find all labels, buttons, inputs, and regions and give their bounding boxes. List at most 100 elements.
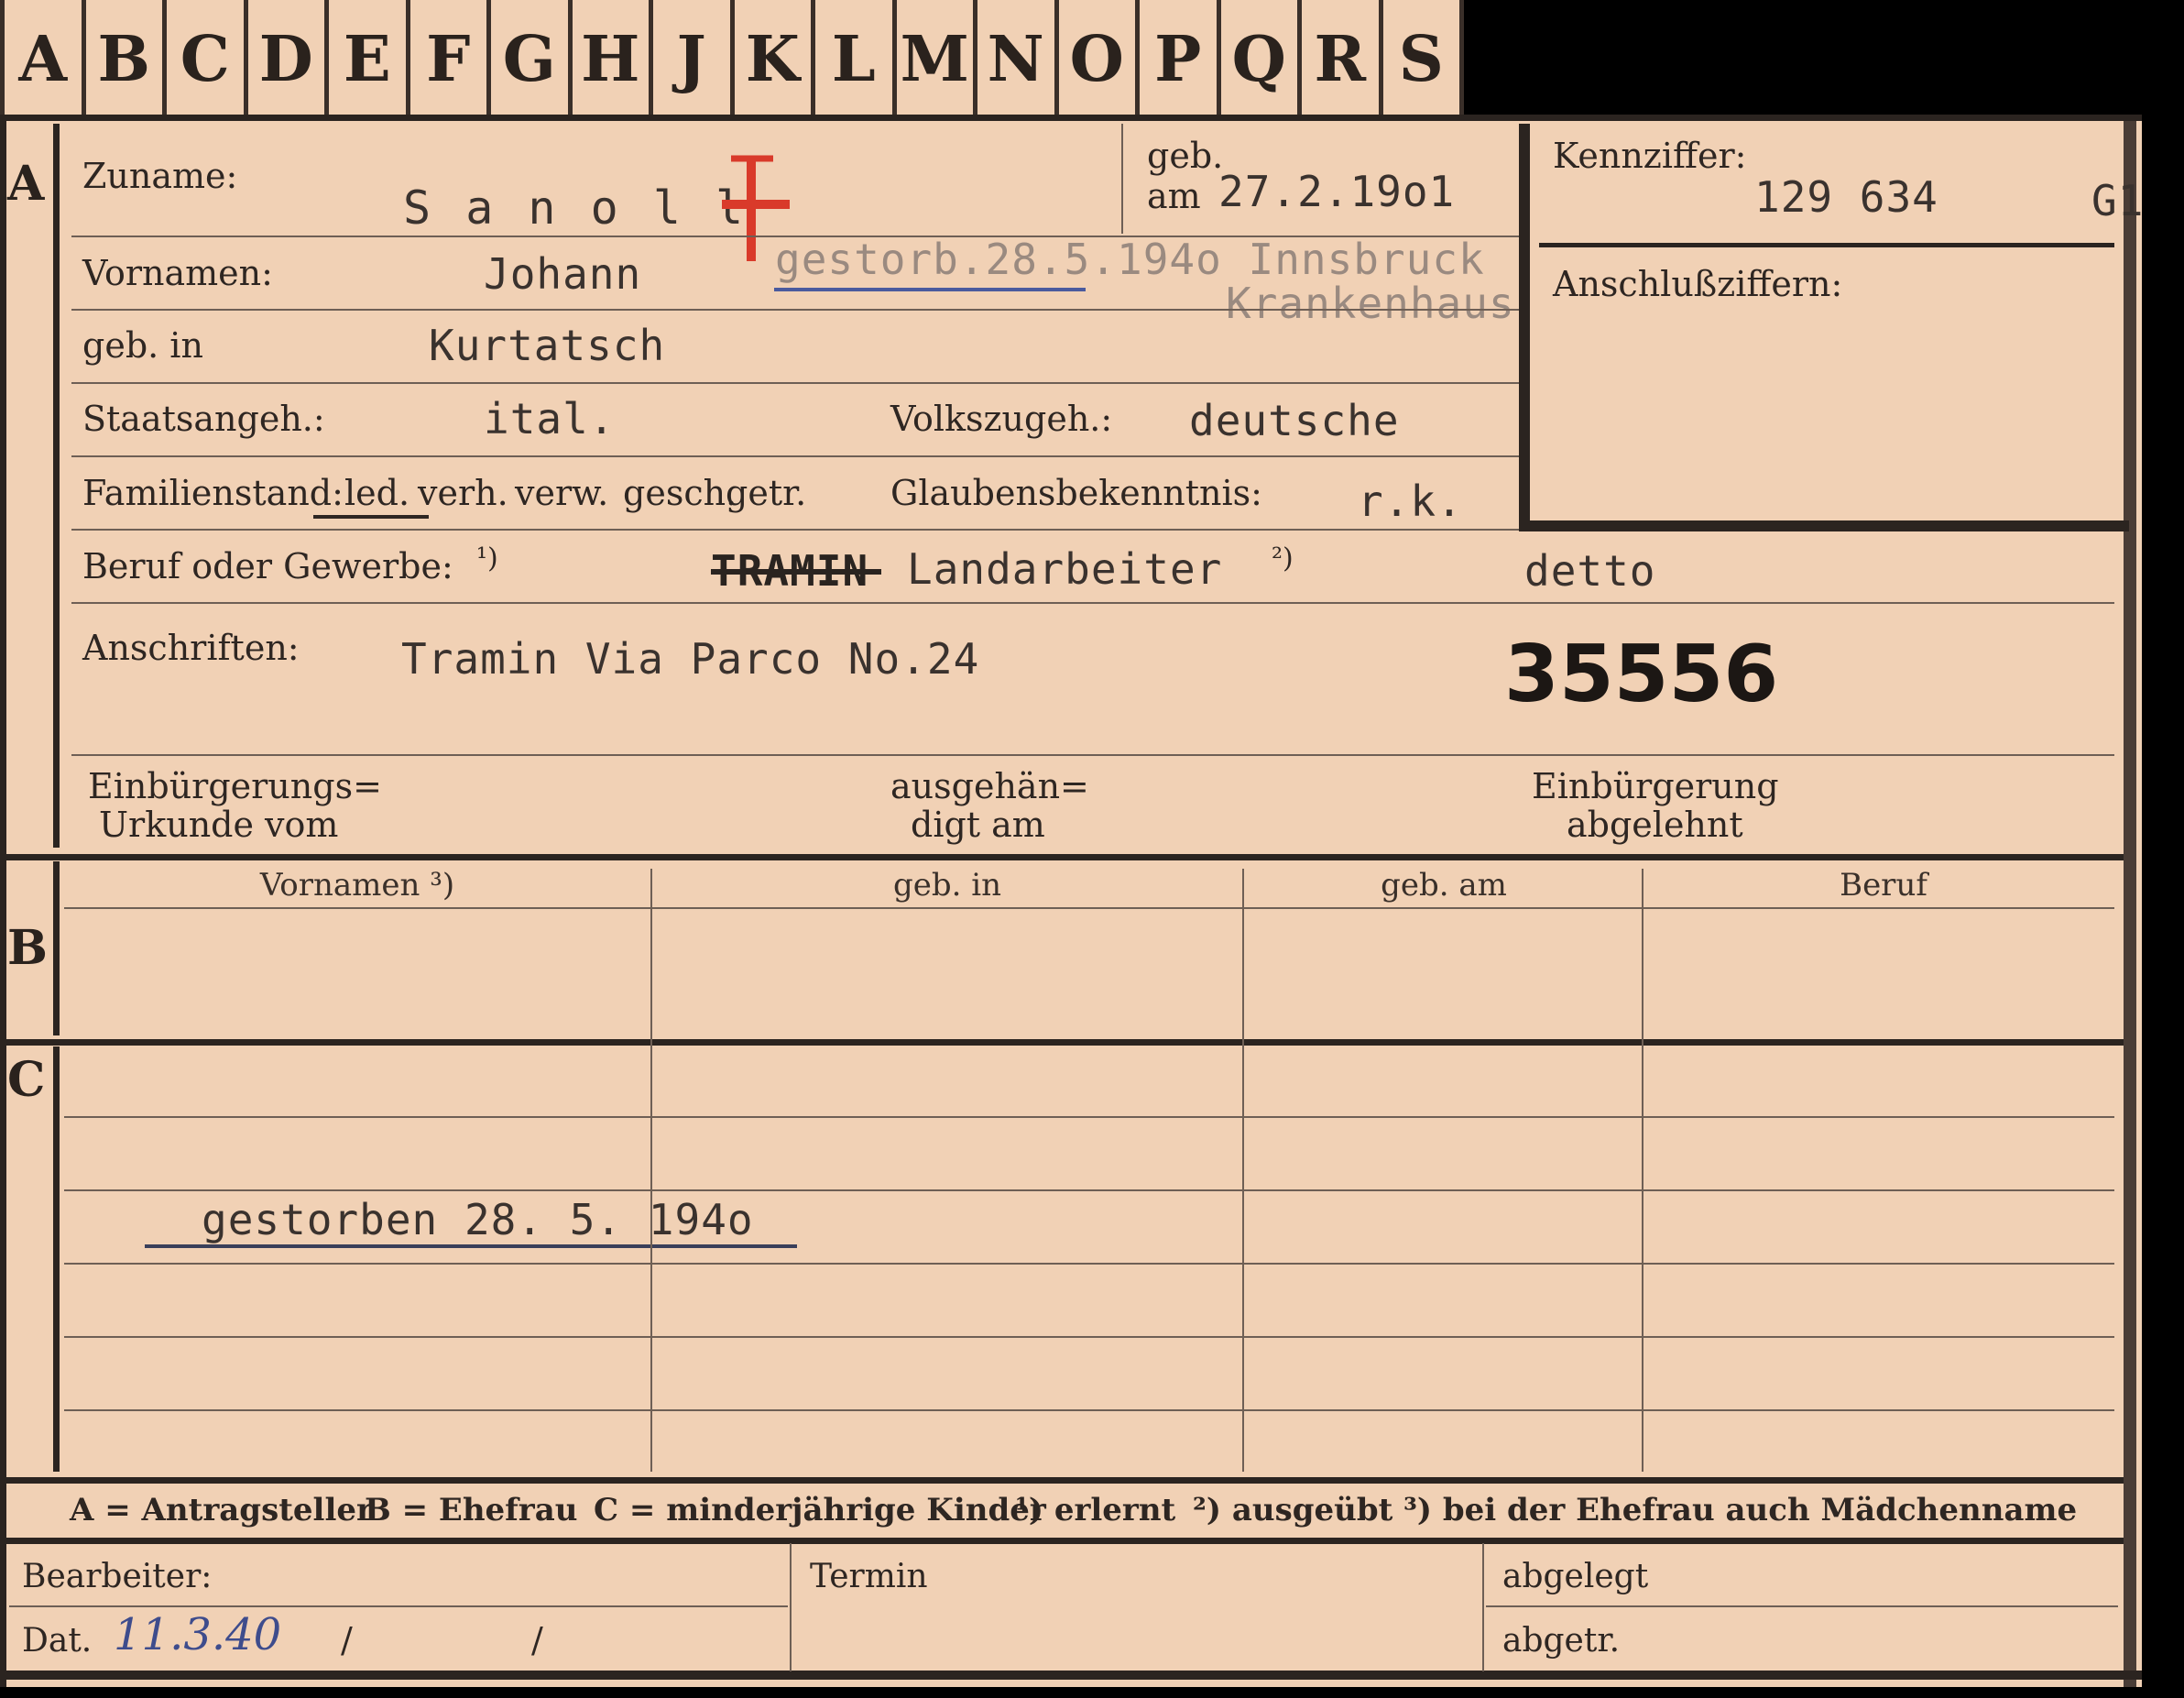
index-tab-o: O <box>1059 0 1140 119</box>
index-tab-a: A <box>0 0 86 119</box>
section-b-rule <box>53 861 60 1035</box>
legend-b: B = Ehefrau <box>365 1492 578 1528</box>
death-note-line-2: Krankenhaus <box>1226 279 1515 328</box>
footer-row-line <box>9 1605 788 1607</box>
marital-option-underline <box>313 515 429 519</box>
card-left-border <box>0 115 6 1687</box>
index-tabs: ABCDEFGHJKLMNOPQRS <box>0 0 1464 119</box>
marital-option-widowed: verw. <box>515 473 609 513</box>
column-divider <box>650 869 652 1472</box>
id-box-left-border <box>1519 124 1530 527</box>
row-line <box>71 529 1519 531</box>
occupation-practiced-value: detto <box>1524 546 1656 596</box>
index-tab-k: K <box>735 0 815 119</box>
birthplace-label: geb. in <box>82 325 203 366</box>
date-separator-1: / <box>341 1620 353 1660</box>
marital-status-label: Familienstand: <box>82 473 344 513</box>
row-line <box>71 455 1519 457</box>
ethnicity-label: Volkszugeh.: <box>890 399 1113 439</box>
marital-option-single: led. <box>344 473 410 513</box>
first-name-value: Johann <box>484 249 642 299</box>
naturalization-rejected-label-2: abgelehnt <box>1567 805 1743 845</box>
date-separator-2: / <box>531 1620 543 1660</box>
id-box-divider <box>1539 243 2114 247</box>
row-line <box>71 309 1519 311</box>
column-divider <box>1242 869 1244 1472</box>
section-b-top-border <box>0 854 2124 860</box>
table-row-line <box>64 1189 2114 1191</box>
section-a-rule <box>53 124 60 848</box>
column-header-birthplace: geb. in <box>892 867 1002 904</box>
occupation-note-1: ¹) <box>476 542 498 575</box>
marital-option-divorced: gesch. <box>623 473 737 513</box>
column-header-occupation: Beruf <box>1840 867 1927 904</box>
citizenship-label: Staatsangeh.: <box>82 399 325 439</box>
index-tab-g: G <box>491 0 573 119</box>
index-tab-c: C <box>167 0 248 119</box>
ethnicity-value: deutsche <box>1189 396 1400 445</box>
index-tab-l: L <box>815 0 897 119</box>
card-bottom-border <box>0 1671 2142 1680</box>
index-tab-b: B <box>86 0 167 119</box>
legend-a: A = Antragsteller <box>70 1492 373 1528</box>
index-tab-d: D <box>248 0 329 119</box>
address-value: Tramin Via Parco No.24 <box>401 634 980 684</box>
file-number-stamp: 35556 <box>1504 629 1779 720</box>
column-divider <box>1642 869 1643 1472</box>
birthdate-divider <box>1121 124 1123 234</box>
id-number-label: Kennziffer: <box>1553 136 1747 176</box>
header-underline <box>64 907 2114 909</box>
id-number-suffix: G1 <box>2091 176 2145 225</box>
index-tab-e: E <box>329 0 410 119</box>
birthplace-value: Kurtatsch <box>429 321 666 370</box>
occupation-strikethrough <box>711 569 881 575</box>
citizenship-value: ital. <box>484 394 616 444</box>
index-tab-f: F <box>410 0 491 119</box>
legend-c: C = minderjährige Kinder <box>594 1492 1046 1528</box>
naturalization-doc-label-1: Einbürgerungs= <box>88 766 382 806</box>
legend-note-1: ¹) erlernt <box>1015 1492 1176 1528</box>
born-on-label-2: am <box>1147 176 1201 216</box>
date-label: Dat. <box>22 1622 93 1660</box>
table-row-line <box>64 1409 2114 1411</box>
religion-value: r.k. <box>1358 477 1463 526</box>
footer-divider <box>790 1543 792 1671</box>
section-b-marker: B <box>7 920 48 976</box>
table-row-line <box>64 1263 2114 1265</box>
addresses-label: Anschriften: <box>82 628 300 668</box>
legend-note-2: ²) ausgeübt <box>1193 1492 1393 1528</box>
marital-option-separated: getr. <box>726 473 807 513</box>
index-tab-n: N <box>977 0 1059 119</box>
index-tab-p: P <box>1140 0 1221 119</box>
section-c-marker: C <box>7 1052 46 1108</box>
card-right-border <box>2124 119 2136 1687</box>
occupation-note-2: ²) <box>1272 542 1294 575</box>
row-line <box>71 602 2114 604</box>
card-top-border <box>0 115 2142 121</box>
death-entry-underline <box>145 1244 797 1248</box>
date-value: 11.3.40 <box>114 1609 282 1660</box>
handed-out-label-1: ausgehän= <box>890 766 1089 806</box>
column-header-birthdate: geb. am <box>1381 867 1507 904</box>
index-tab-j: J <box>653 0 735 119</box>
legend-note-3: ³) bei der Ehefrau auch Mädchenname <box>1403 1492 2078 1528</box>
index-tab-s: S <box>1383 0 1464 119</box>
section-c-top-border <box>0 1039 2124 1046</box>
table-row-line <box>64 1336 2114 1338</box>
occupation-learned-value: Landarbeiter <box>907 544 1223 594</box>
birth-date-value: 27.2.19o1 <box>1218 167 1456 216</box>
footer-row-line <box>1486 1605 2118 1607</box>
connection-numbers-label: Anschlußziffern: <box>1553 264 1843 304</box>
filed-label: abgelegt <box>1502 1558 1649 1595</box>
table-row-line <box>64 1116 2114 1118</box>
death-note-underline <box>774 288 1086 291</box>
id-box-bottom-border <box>1519 520 2129 531</box>
row-line <box>71 382 1519 384</box>
index-tab-q: Q <box>1221 0 1302 119</box>
footer-divider <box>1482 1543 1484 1671</box>
naturalization-doc-label-2: Urkunde vom <box>99 805 339 845</box>
legend-bottom-border <box>0 1538 2124 1544</box>
occupation-label: Beruf oder Gewerbe: <box>82 546 453 586</box>
surname-label: Zuname: <box>82 156 238 196</box>
index-tab-r: R <box>1302 0 1383 119</box>
